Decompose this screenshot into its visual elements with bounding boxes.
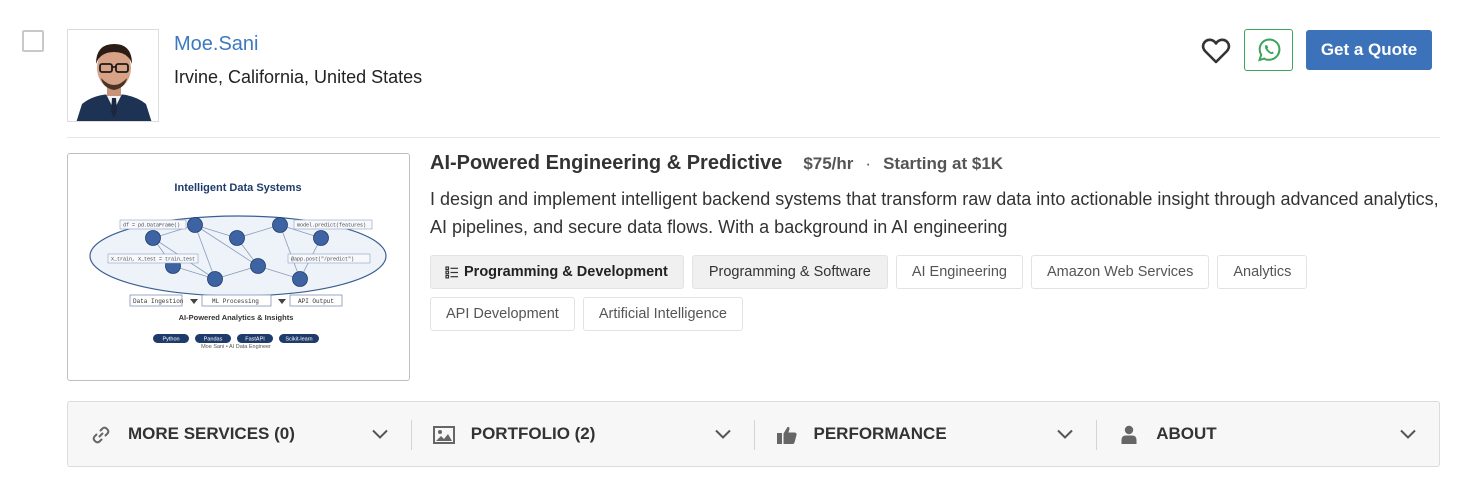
svg-text:AI-Powered Analytics & Insight: AI-Powered Analytics & Insights	[179, 313, 294, 322]
tag-ai-engineering[interactable]: AI Engineering	[895, 255, 1023, 289]
chevron-down-icon	[372, 429, 388, 439]
service-thumbnail[interactable]: Intelligent Data Systems df = pd.DataFra…	[67, 153, 410, 381]
favorite-button[interactable]	[1200, 36, 1232, 66]
chevron-down-icon	[1057, 429, 1073, 439]
svg-text:Python: Python	[162, 337, 179, 343]
hourly-rate: $75/hr	[803, 154, 854, 173]
starting-price: Starting at $1K	[883, 154, 1004, 173]
divider	[67, 137, 1440, 138]
whatsapp-icon	[1257, 38, 1280, 62]
select-checkbox[interactable]	[22, 30, 44, 52]
about-label: ABOUT	[1156, 424, 1217, 443]
whatsapp-button[interactable]	[1244, 29, 1293, 71]
svg-text:X_train, X_test = train_test: X_train, X_test = train_test	[111, 257, 195, 263]
svg-text:ML Processing: ML Processing	[212, 298, 259, 305]
skill-tags: Programming & Development Programming & …	[430, 255, 1440, 331]
chevron-down-icon	[1400, 429, 1416, 439]
svg-text:df = pd.DataFrame(): df = pd.DataFrame()	[123, 223, 180, 229]
service-title[interactable]: AI-Powered Engineering & Predictive	[430, 152, 782, 175]
tag-label: Programming & Development	[464, 264, 668, 280]
tag-artificial-intelligence[interactable]: Artificial Intelligence	[582, 297, 743, 331]
thumb-title: Intelligent Data Systems	[174, 182, 301, 194]
portfolio-label: PORTFOLIO (2)	[470, 424, 596, 443]
service-description: I design and implement intelligent backe…	[430, 189, 1439, 237]
get-quote-button[interactable]: Get a Quote	[1306, 30, 1432, 70]
profile-sections: MORE SERVICES (0) PORTFOLIO (2) PERFORMA…	[67, 401, 1440, 467]
svg-text:Data Ingestion: Data Ingestion	[133, 298, 184, 305]
svg-text:API Output: API Output	[298, 298, 334, 305]
tag-programming-development[interactable]: Programming & Development	[430, 255, 684, 289]
separator-dot: ·	[865, 154, 872, 173]
user-icon	[1118, 424, 1140, 446]
thumbnail-diagram: Intelligent Data Systems df = pd.DataFra…	[89, 182, 387, 350]
heart-icon	[1201, 38, 1231, 64]
performance-label: PERFORMANCE	[813, 424, 947, 443]
avatar[interactable]	[67, 29, 159, 122]
svg-text:Moe Sani • AI Data Engineer: Moe Sani • AI Data Engineer	[201, 344, 271, 350]
chevron-down-icon	[714, 429, 731, 439]
tag-api-development[interactable]: API Development	[430, 297, 575, 331]
tag-analytics[interactable]: Analytics	[1217, 255, 1308, 289]
list-icon	[445, 265, 459, 279]
svg-text:Scikit-learn: Scikit-learn	[285, 337, 312, 343]
tag-programming-software[interactable]: Programming & Software	[691, 255, 888, 289]
svg-text:FastAPI: FastAPI	[245, 337, 265, 343]
portfolio-toggle[interactable]: PORTFOLIO (2)	[410, 402, 754, 466]
service-header: AI-Powered Engineering & Predictive $75/…	[430, 152, 1003, 175]
tag-amazon-web-services[interactable]: Amazon Web Services	[1030, 255, 1210, 289]
svg-text:model.predict(features): model.predict(features)	[297, 223, 366, 229]
more-services-label: MORE SERVICES (0)	[128, 424, 295, 443]
performance-toggle[interactable]: PERFORMANCE	[753, 402, 1097, 466]
freelancer-name[interactable]: Moe.Sani	[174, 33, 259, 56]
more-services-toggle[interactable]: MORE SERVICES (0)	[68, 402, 411, 466]
about-toggle[interactable]: ABOUT	[1096, 402, 1439, 466]
thumbs-up-icon	[776, 424, 798, 446]
avatar-photo	[68, 30, 158, 121]
image-icon	[432, 424, 455, 446]
freelancer-location: Irvine, California, United States	[174, 67, 423, 87]
link-icon	[90, 424, 112, 446]
svg-text:Pandas: Pandas	[204, 337, 223, 343]
svg-text:@app.post("/predict"): @app.post("/predict")	[291, 257, 354, 263]
